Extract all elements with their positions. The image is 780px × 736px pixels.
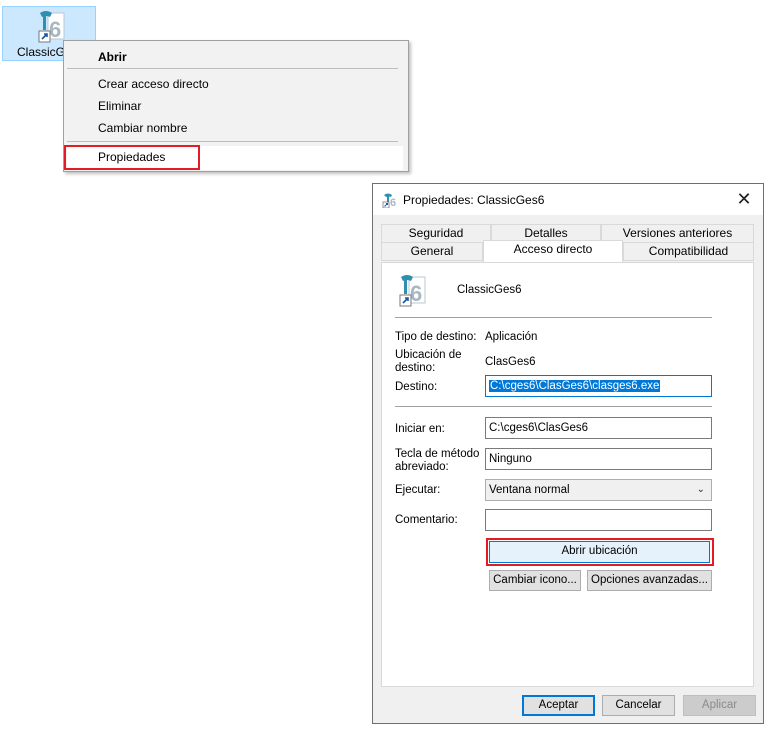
shortcut-name: ClassicGes6 — [457, 284, 522, 296]
target-input-selected-text: C:\cges6\ClasGes6\clasges6.exe — [489, 380, 661, 392]
svg-text:6: 6 — [410, 281, 422, 306]
apply-button[interactable]: Aplicar — [683, 695, 756, 716]
menu-item-crear-acceso-directo[interactable]: Crear acceso directo — [98, 77, 209, 91]
separator — [395, 406, 712, 407]
tab-versiones-anteriores[interactable]: Versiones anteriores — [601, 224, 754, 243]
svg-text:6: 6 — [390, 197, 396, 208]
comment-input[interactable] — [485, 509, 712, 531]
tab-panel-acceso-directo: 6 ClassicGes6 Tipo de destino: Aplicació… — [381, 262, 754, 687]
dialog-title: Propiedades: ClassicGes6 — [403, 193, 545, 207]
tab-label: Seguridad — [408, 226, 464, 240]
menu-item-abrir[interactable]: Abrir — [98, 50, 127, 64]
comment-label: Comentario: — [395, 514, 458, 526]
tab-label: Acceso directo — [513, 242, 593, 256]
shortcut-large-icon: 6 — [395, 273, 429, 307]
chevron-down-icon: ⌄ — [696, 484, 705, 495]
run-label: Ejecutar: — [395, 484, 441, 496]
hotkey-label-line2: abreviado: — [395, 461, 449, 473]
tab-compatibilidad[interactable]: Compatibilidad — [623, 242, 754, 261]
highlight-box-propiedades — [64, 145, 200, 170]
tab-label: Detalles — [524, 226, 568, 240]
tab-label: Versiones anteriores — [622, 226, 733, 240]
tab-label: Compatibilidad — [648, 244, 729, 258]
highlight-box-open-location — [486, 538, 714, 566]
title-bar: 6 Propiedades: ClassicGes6 ✕ — [373, 184, 763, 215]
close-icon: ✕ — [736, 189, 752, 209]
app-title-icon: 6 — [382, 192, 398, 209]
close-button[interactable]: ✕ — [731, 188, 757, 212]
menu-item-cambiar-nombre[interactable]: Cambiar nombre — [98, 121, 187, 135]
tab-general[interactable]: General — [381, 242, 483, 261]
hotkey-input[interactable]: Ninguno — [485, 448, 712, 470]
menu-item-eliminar[interactable]: Eliminar — [98, 99, 141, 113]
tab-acceso-directo[interactable]: Acceso directo — [483, 240, 623, 262]
target-location-label-line2: destino: — [395, 362, 436, 374]
properties-dialog: 6 Propiedades: ClassicGes6 ✕ Seguridad D… — [372, 183, 764, 724]
separator — [395, 317, 712, 318]
advanced-options-button[interactable]: Opciones avanzadas... — [587, 570, 712, 591]
hotkey-label-line1: Tecla de método — [395, 448, 480, 460]
ok-button[interactable]: Aceptar — [522, 695, 595, 716]
menu-separator — [67, 68, 398, 69]
run-select[interactable]: Ventana normal ⌄ — [485, 479, 712, 501]
target-label: Destino: — [395, 381, 438, 393]
menu-separator — [67, 141, 398, 142]
cancel-button[interactable]: Cancelar — [602, 695, 675, 716]
start-in-label: Iniciar en: — [395, 423, 445, 435]
target-location-value: ClasGes6 — [485, 356, 536, 368]
target-location-label-line1: Ubicación de — [395, 349, 462, 361]
classicges-app-icon: 6 — [34, 9, 68, 43]
target-type-label: Tipo de destino: — [395, 331, 477, 343]
tab-seguridad[interactable]: Seguridad — [381, 224, 491, 243]
svg-text:6: 6 — [49, 17, 61, 42]
tab-label: General — [410, 244, 454, 258]
change-icon-button[interactable]: Cambiar icono... — [489, 570, 581, 591]
run-select-value: Ventana normal — [489, 484, 570, 496]
target-type-value: Aplicación — [485, 331, 538, 343]
context-menu: Abrir Crear acceso directo Eliminar Camb… — [63, 40, 409, 172]
target-input[interactable]: C:\cges6\ClasGes6\clasges6.exe — [485, 375, 712, 397]
start-in-input[interactable]: C:\cges6\ClasGes6 — [485, 417, 712, 439]
